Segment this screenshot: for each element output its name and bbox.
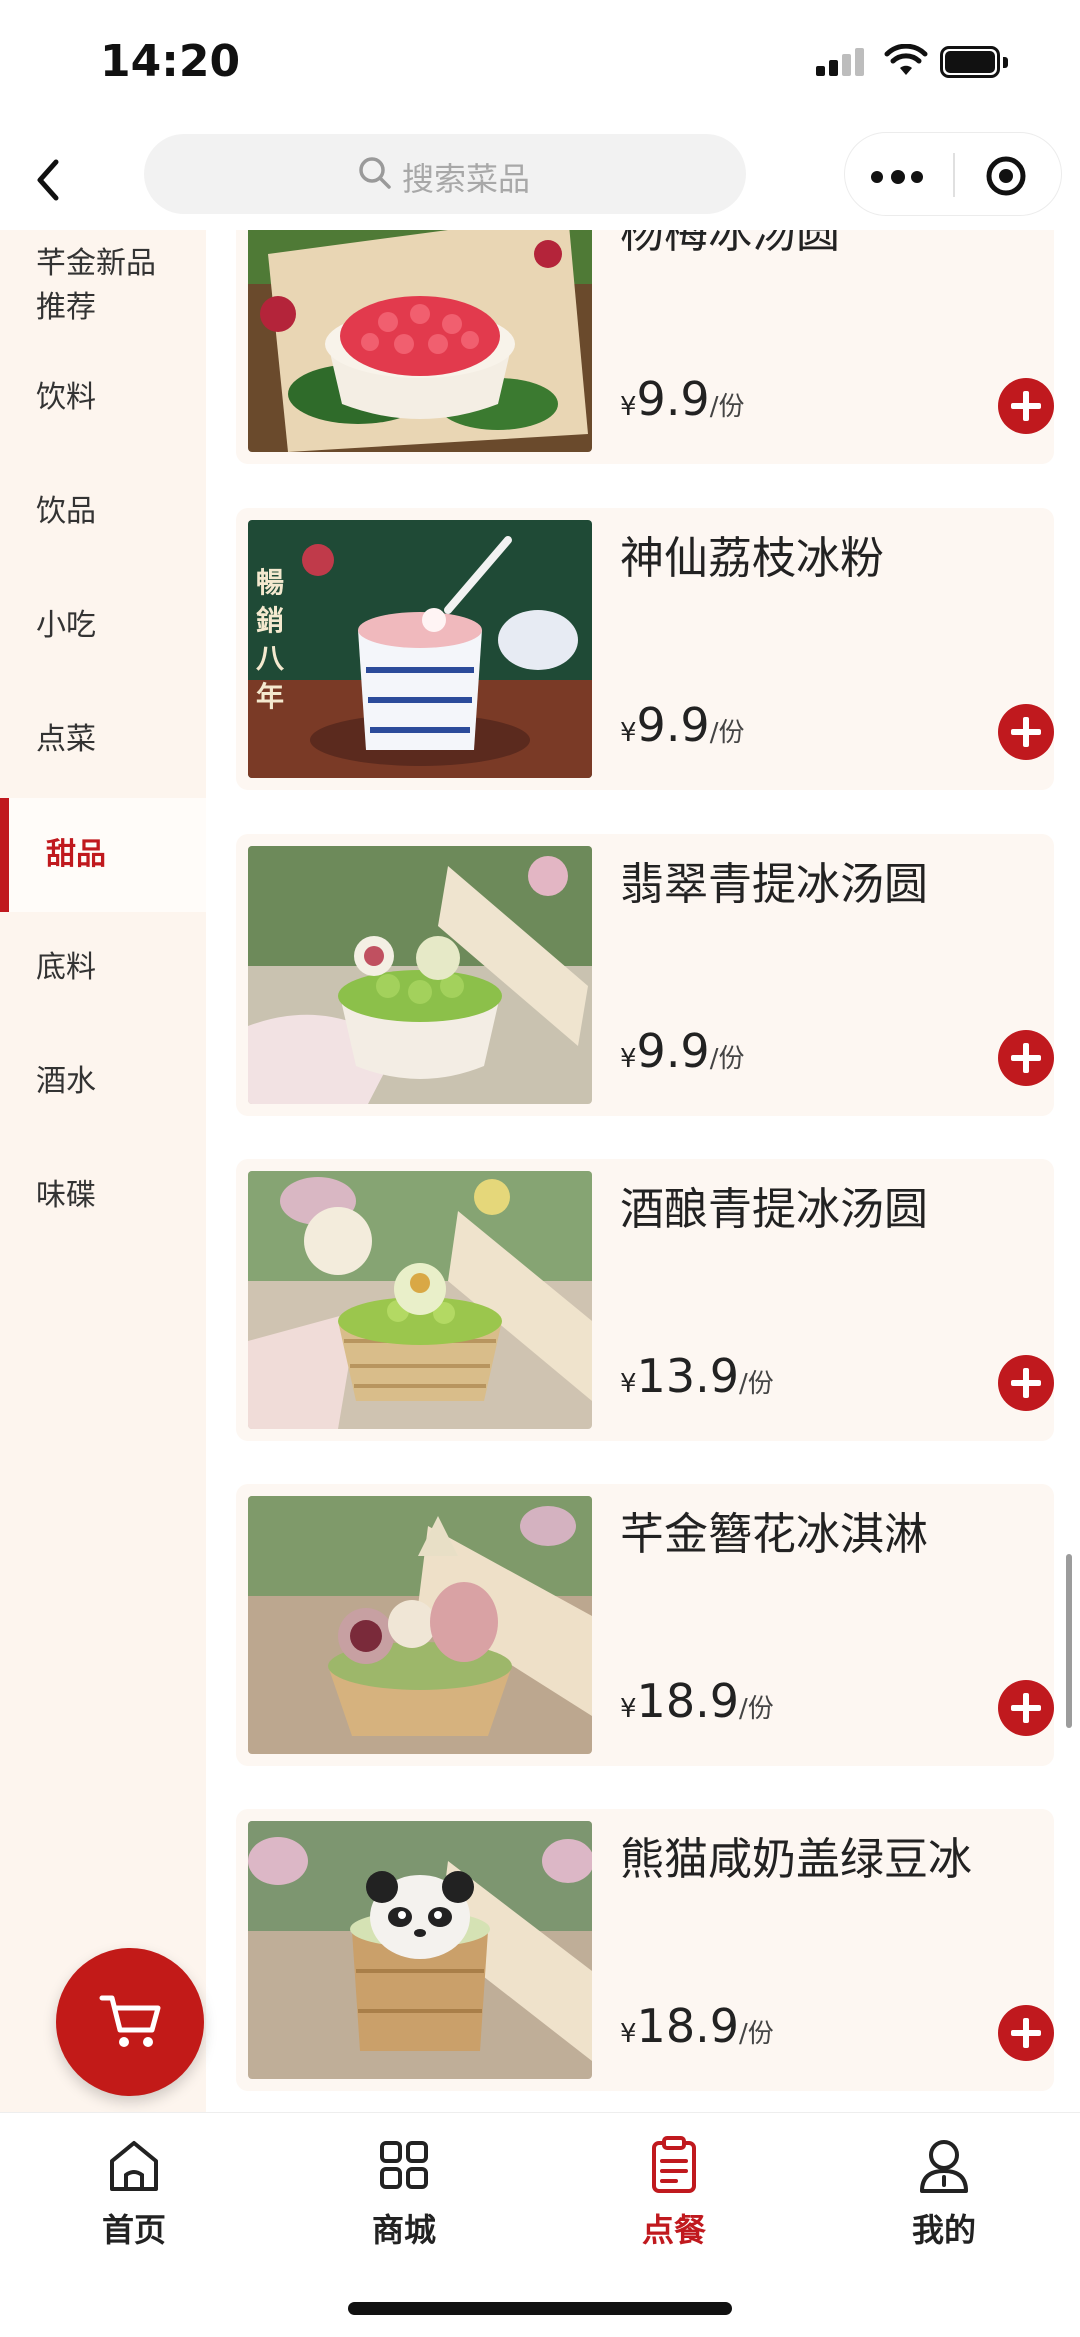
tab-profile[interactable]: 我的: [854, 2135, 1034, 2265]
user-icon: [920, 2140, 968, 2193]
product-card[interactable]: 芊金簪花冰淇淋 ¥18.9/份: [236, 1484, 1054, 1766]
home-indicator: [348, 2302, 732, 2315]
sidebar-item-alcohol[interactable]: 酒水: [0, 1060, 206, 1104]
sidebar-item-desserts[interactable]: 甜品: [0, 798, 206, 912]
tab-label: 我的: [911, 2211, 976, 2249]
product-price: ¥9.9/份: [620, 698, 745, 752]
product-image: 暢銷八年: [248, 520, 592, 778]
tab-label: 首页: [101, 2211, 166, 2249]
sidebar-item-sauce[interactable]: 味碟: [0, 1174, 206, 1218]
product-name: 神仙荔枝冰粉: [620, 533, 884, 584]
product-name: 翡翠青提冰汤圆: [620, 859, 928, 910]
cart-button[interactable]: [56, 1948, 204, 2096]
product-image: [248, 846, 592, 1104]
add-to-cart-button[interactable]: [998, 378, 1054, 434]
product-image: [248, 1821, 592, 2079]
sidebar-item-beverages[interactable]: 饮品: [0, 490, 206, 534]
status-bar: 14:20: [0, 0, 1080, 120]
cart-icon: [99, 1995, 161, 2047]
back-icon[interactable]: [28, 150, 68, 210]
product-image: [248, 230, 592, 452]
tab-mall[interactable]: 商城: [314, 2135, 494, 2265]
add-to-cart-button[interactable]: [998, 1355, 1054, 1411]
product-price: ¥13.9/份: [620, 1349, 774, 1403]
product-name: 杨梅冰汤圆: [620, 230, 840, 258]
sidebar-item-drinks[interactable]: 饮料: [0, 376, 206, 420]
grid-icon: [380, 2141, 428, 2189]
add-to-cart-button[interactable]: [998, 1680, 1054, 1736]
category-sidebar: 芊金新品 推荐 饮料 饮品 小吃 点菜 甜品 底料 酒水 味碟: [0, 230, 206, 2112]
product-image: [248, 1496, 592, 1754]
add-to-cart-button[interactable]: [998, 2005, 1054, 2061]
product-name: 酒酿青提冰汤圆: [620, 1184, 928, 1235]
capsule-divider: [953, 153, 955, 197]
status-time: 14:20: [100, 36, 241, 87]
order-icon: [652, 2136, 696, 2193]
product-name: 芊金簪花冰淇淋: [620, 1509, 928, 1560]
product-name: 熊猫咸奶盖绿豆冰: [620, 1834, 972, 1885]
product-card[interactable]: 翡翠青提冰汤圆 ¥9.9/份: [236, 834, 1054, 1116]
product-image-caption: 暢銷八年: [256, 566, 285, 713]
tab-order[interactable]: 点餐: [584, 2135, 764, 2265]
tab-home[interactable]: 首页: [44, 2135, 224, 2265]
sidebar-item-snacks[interactable]: 小吃: [0, 604, 206, 648]
wifi-icon: [884, 44, 928, 75]
tab-label: 商城: [371, 2211, 436, 2249]
search-placeholder: 搜索菜品: [402, 160, 531, 198]
product-card[interactable]: 酒酿青提冰汤圆 ¥13.9/份: [236, 1159, 1054, 1441]
sidebar-item-new[interactable]: 芊金新品 推荐: [0, 242, 206, 330]
product-price: ¥9.9/份: [620, 1024, 745, 1078]
product-card[interactable]: 熊猫咸奶盖绿豆冰 ¥18.9/份: [236, 1809, 1054, 2091]
scrollbar[interactable]: [1066, 1554, 1072, 1728]
product-list[interactable]: 杨梅冰汤圆 ¥9.9/份 暢銷八年 神仙荔枝冰粉 ¥9.9/份 翡翠青提冰汤圆 …: [206, 230, 1080, 2112]
more-icon[interactable]: [871, 170, 923, 184]
sidebar-item-soup-base[interactable]: 底料: [0, 946, 206, 990]
sidebar-item-dishes[interactable]: 点菜: [0, 718, 206, 762]
tab-label: 点餐: [641, 2211, 706, 2249]
close-miniprogram-icon[interactable]: [984, 154, 1028, 198]
home-icon: [110, 2141, 158, 2191]
battery-icon: [940, 46, 1008, 78]
miniprogram-capsule: [844, 132, 1062, 216]
search-icon: [359, 157, 391, 189]
add-to-cart-button[interactable]: [998, 704, 1054, 760]
product-image: [248, 1171, 592, 1429]
signal-icon: [816, 46, 866, 76]
product-card[interactable]: 暢銷八年 神仙荔枝冰粉 ¥9.9/份: [236, 508, 1054, 790]
product-price: ¥18.9/份: [620, 1674, 774, 1728]
product-card[interactable]: 杨梅冰汤圆 ¥9.9/份: [236, 230, 1054, 464]
add-to-cart-button[interactable]: [998, 1030, 1054, 1086]
product-price: ¥9.9/份: [620, 372, 745, 426]
product-price: ¥18.9/份: [620, 1999, 774, 2053]
search-bar[interactable]: 搜索菜品: [144, 134, 746, 214]
